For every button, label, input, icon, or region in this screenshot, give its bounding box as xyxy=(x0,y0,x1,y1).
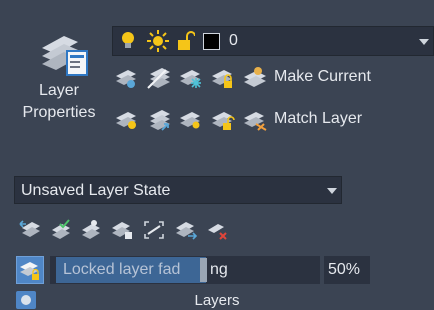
lightbulb-on-icon xyxy=(122,32,134,48)
sun-thaw-icon xyxy=(147,30,169,52)
fade-value-box[interactable]: 50% xyxy=(324,256,370,284)
copy-to-layer-icon[interactable] xyxy=(174,218,198,242)
layer-tools-row-3 xyxy=(18,216,298,244)
padlock-unlocked-icon xyxy=(178,31,195,50)
fade-slider[interactable]: Locked layer fad ng xyxy=(50,256,320,284)
panel-footer: Layers xyxy=(0,290,434,310)
layer-unlock-icon[interactable] xyxy=(210,108,236,132)
chevron-down-icon xyxy=(327,188,337,194)
layer-properties-button[interactable]: Layer Properties xyxy=(14,24,104,136)
change-to-current-icon[interactable] xyxy=(80,218,104,242)
layer-properties-label: Layer Properties xyxy=(14,80,104,124)
layer-delete-icon[interactable] xyxy=(206,218,230,242)
layer-tools-row-2: Match Layer xyxy=(114,106,424,136)
layer-walk-icon[interactable] xyxy=(50,218,74,242)
copy-objects-icon[interactable] xyxy=(110,218,134,242)
layer-freeze-icon[interactable] xyxy=(178,66,204,90)
current-layer-name: 0 xyxy=(229,32,238,49)
thaw-all-icon[interactable] xyxy=(178,108,204,132)
chevron-down-icon xyxy=(419,39,429,45)
slider-thumb[interactable] xyxy=(200,258,207,282)
previous-icon[interactable] xyxy=(18,218,42,242)
layer-state-value: Unsaved Layer State xyxy=(21,182,171,199)
layer-state-dropdown[interactable]: Unsaved Layer State xyxy=(14,176,342,204)
fade-value: 50% xyxy=(328,261,361,278)
locked-layer-fading-button[interactable] xyxy=(16,256,44,284)
layer-on-icon[interactable] xyxy=(114,108,140,132)
layer-merge-icon[interactable] xyxy=(142,218,166,242)
layer-properties-line2: Properties xyxy=(22,104,96,121)
layer-unisolate-icon[interactable] xyxy=(146,108,172,132)
locked-layer-fading-icon xyxy=(20,262,39,280)
layer-isolate-icon[interactable] xyxy=(146,66,172,90)
layer-properties-line1: Layer xyxy=(38,82,80,99)
color-swatch-icon xyxy=(203,33,220,50)
layer-properties-icon xyxy=(42,36,88,76)
fade-label-tail: ng xyxy=(210,261,228,278)
make-current-label[interactable]: Make Current xyxy=(274,68,371,86)
match-layer-icon[interactable] xyxy=(242,108,268,132)
layer-lock-icon[interactable] xyxy=(210,66,236,90)
match-layer-label[interactable]: Match Layer xyxy=(274,110,362,128)
tooltip-text: Locked layer fad xyxy=(63,261,181,278)
layer-dropdown[interactable]: 0 xyxy=(112,26,434,56)
layer-off-icon[interactable] xyxy=(114,66,140,90)
make-current-icon[interactable] xyxy=(242,66,268,90)
layer-tools-row-1: Make Current xyxy=(114,64,424,94)
panel-title: Layers xyxy=(194,292,240,309)
